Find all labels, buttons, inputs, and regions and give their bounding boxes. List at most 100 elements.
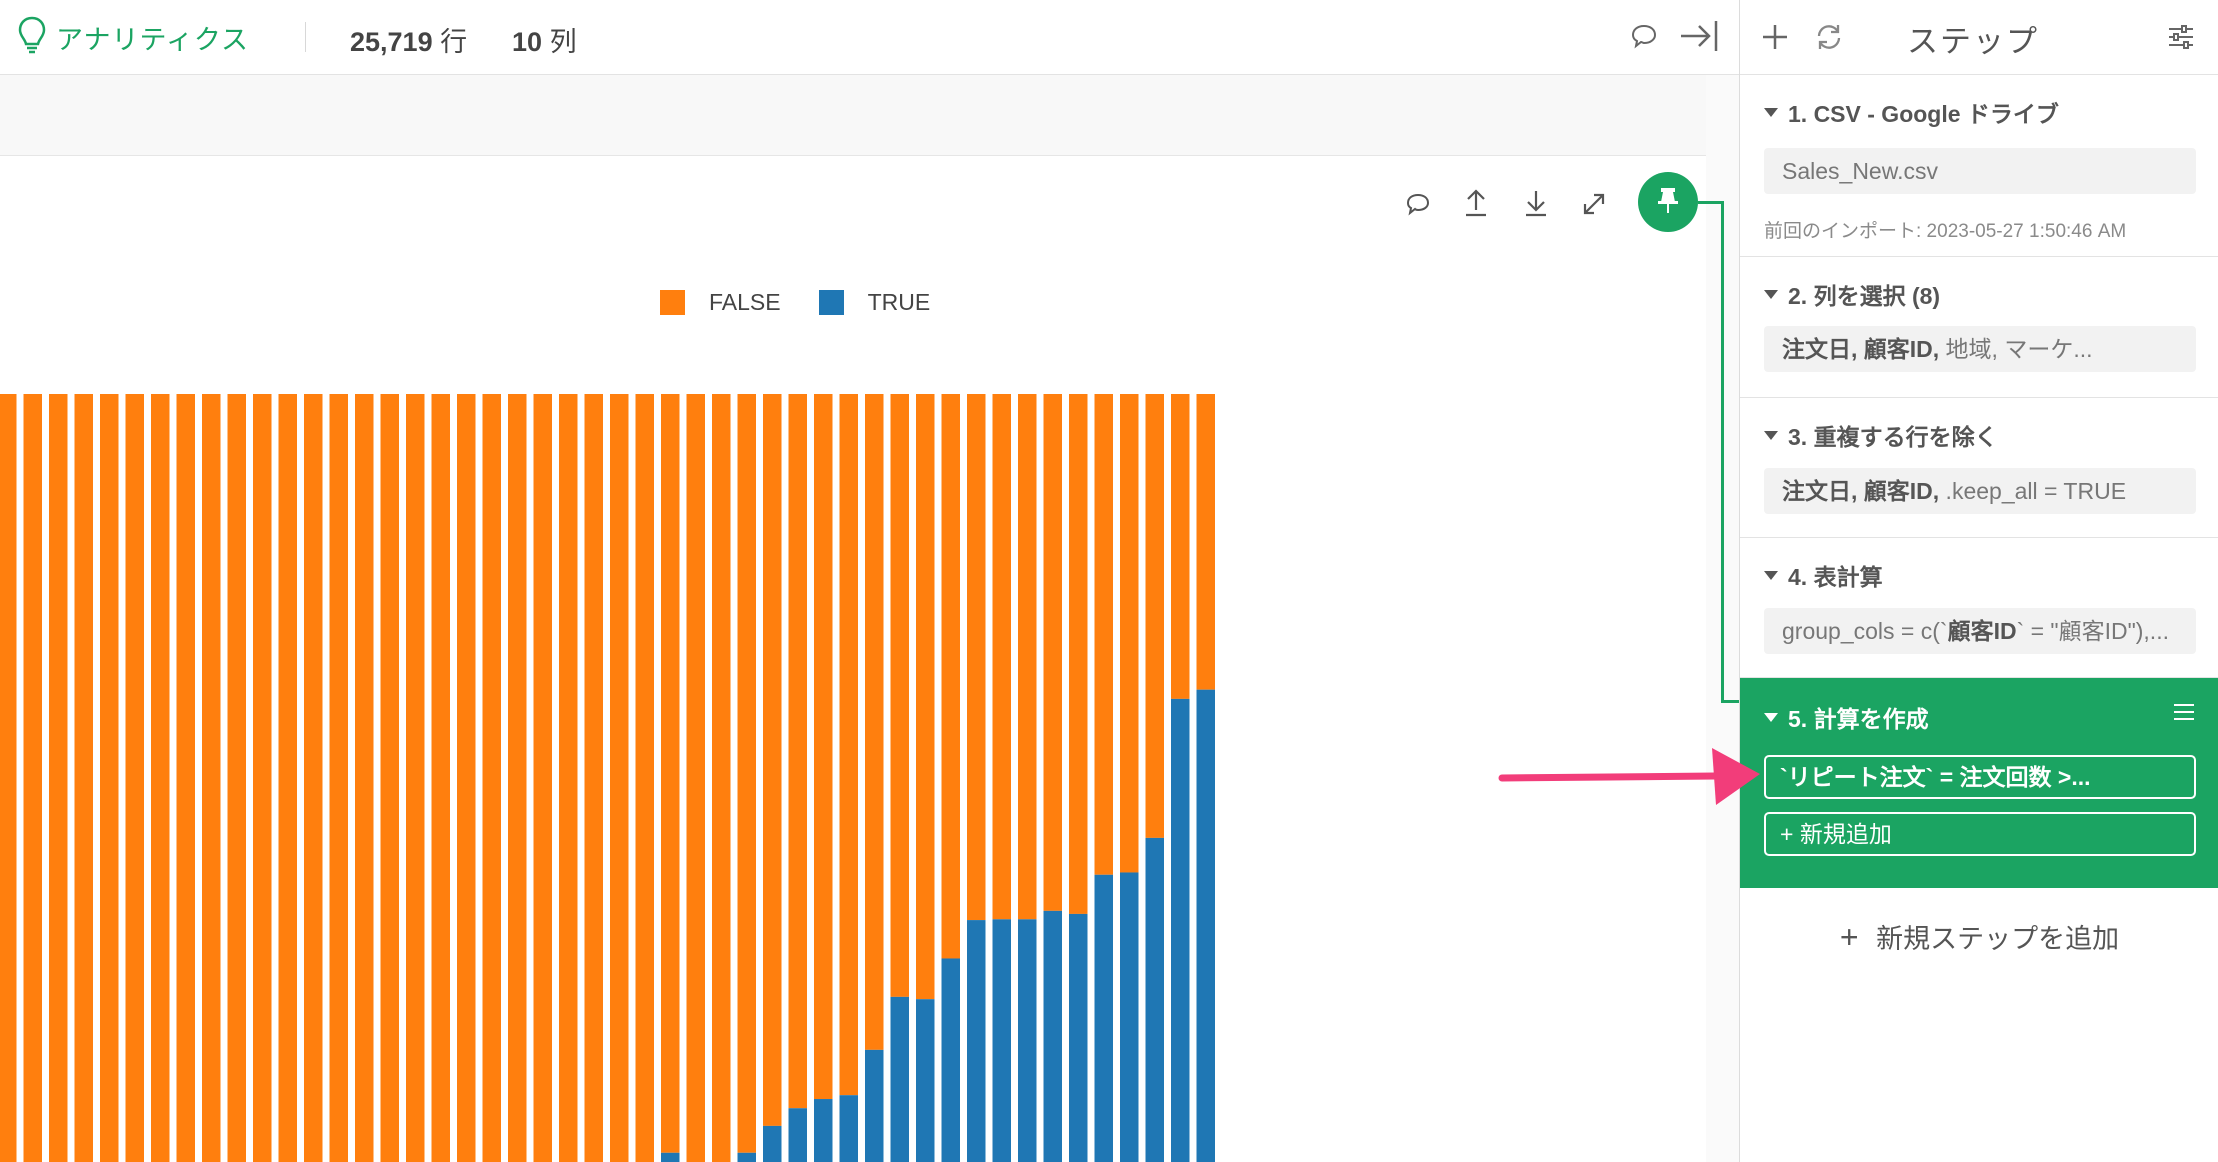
bar-true-47[interactable] [1171,698,1190,1162]
bar-false-45[interactable] [1120,394,1139,873]
bar-true-43[interactable] [1069,913,1088,1162]
bar-false-43[interactable] [1069,394,1088,914]
step-5-title[interactable]: 5. 計算を作成 [1764,700,1929,734]
bar-false-12[interactable] [278,394,298,1162]
bar-false-48[interactable] [1196,394,1216,690]
steps-panel: ステップ 1. CSV - Google ドライブ Sales_New.csv … [1739,0,2218,1162]
bar-true-44[interactable] [1094,874,1114,1162]
bar-false-14[interactable] [329,394,349,1162]
plus-icon[interactable] [1758,20,1792,54]
bar-true-37[interactable] [916,999,935,1162]
bar-false-3[interactable] [49,394,68,1162]
bar-false-16[interactable] [380,394,400,1162]
bar-true-27[interactable] [661,1152,680,1162]
step-2-content[interactable]: 注文日, 顧客ID, 地域, マーケ... [1764,326,2196,372]
step-1-title[interactable]: 1. CSV - Google ドライブ [1764,95,2059,129]
bar-false-41[interactable] [1018,394,1037,920]
calculation-field[interactable]: `リピート注文` = 注文回数 >... [1764,755,2196,799]
bar-false-46[interactable] [1145,394,1165,838]
step-3[interactable]: 3. 重複する行を除く 注文日, 顧客ID, .keep_all = TRUE [1740,398,2218,538]
bar-false-5[interactable] [100,394,119,1162]
bar-false-21[interactable] [508,394,527,1162]
step-1-content[interactable]: Sales_New.csv [1764,148,2196,194]
step-2[interactable]: 2. 列を選択 (8) 注文日, 顧客ID, 地域, マーケ... [1740,257,2218,398]
bar-true-35[interactable] [865,1049,884,1162]
bar-false-31[interactable] [763,394,782,1126]
steps-panel-header: ステップ [1740,0,2218,75]
step-3-content[interactable]: 注文日, 顧客ID, .keep_all = TRUE [1764,468,2196,514]
bar-false-28[interactable] [686,394,706,1162]
bar-false-23[interactable] [559,394,578,1162]
bar-false-39[interactable] [967,394,986,921]
bar-false-35[interactable] [865,394,884,1050]
plus-icon: + [1780,821,1794,847]
bar-true-40[interactable] [992,919,1012,1162]
bar-false-13[interactable] [304,394,323,1162]
step-4[interactable]: 4. 表計算 group_cols = c(`顧客ID` = "顧客ID"),.… [1740,538,2218,678]
bar-false-44[interactable] [1094,394,1114,875]
bar-true-46[interactable] [1145,837,1165,1162]
step-1[interactable]: 1. CSV - Google ドライブ Sales_New.csv 前回のイン… [1740,75,2218,257]
step-4-title[interactable]: 4. 表計算 [1764,558,1883,592]
bar-false-11[interactable] [253,394,272,1162]
bar-false-27[interactable] [661,394,680,1153]
step-3-content-rest: .keep_all = TRUE [1939,478,2127,504]
sliders-icon[interactable] [2164,20,2198,54]
step-3-title-text: 3. 重複する行を除く [1788,424,1998,450]
bar-false-9[interactable] [202,394,221,1162]
bar-false-42[interactable] [1043,394,1063,911]
step-3-title[interactable]: 3. 重複する行を除く [1764,418,1998,452]
add-new-calculation-button[interactable]: + 新規追加 [1764,812,2196,856]
step-4-content-bold: 顧客ID [1947,618,2017,644]
bar-false-15[interactable] [355,394,374,1162]
bar-false-17[interactable] [406,394,425,1162]
bar-false-30[interactable] [737,394,757,1153]
bar-false-1[interactable] [0,394,17,1162]
collapse-triangle-icon [1764,570,1778,580]
bar-false-19[interactable] [457,394,476,1162]
bar-false-34[interactable] [839,394,859,1096]
bar-true-32[interactable] [788,1108,808,1162]
bar-true-45[interactable] [1120,872,1139,1162]
hamburger-icon[interactable] [2172,700,2196,724]
bar-false-4[interactable] [74,394,94,1162]
bar-true-36[interactable] [890,996,910,1162]
bar-false-24[interactable] [584,394,604,1162]
step-2-title[interactable]: 2. 列を選択 (8) [1764,277,1940,311]
bar-false-10[interactable] [227,394,247,1162]
refresh-icon[interactable] [1812,20,1846,54]
step-4-title-text: 4. 表計算 [1788,564,1883,590]
bar-true-41[interactable] [1018,919,1037,1162]
bar-false-18[interactable] [431,394,451,1162]
collapse-triangle-icon [1764,430,1778,440]
bar-false-37[interactable] [916,394,935,1000]
bar-false-38[interactable] [941,394,961,959]
bar-true-39[interactable] [967,920,986,1162]
bar-true-48[interactable] [1196,689,1216,1162]
add-step-button[interactable]: + 新規ステップを追加 [1740,917,2218,956]
step-4-content[interactable]: group_cols = c(`顧客ID` = "顧客ID"),... [1764,608,2196,654]
step-1-title-text: 1. CSV - Google ドライブ [1788,101,2059,127]
add-new-label: 新規追加 [1799,821,1892,847]
bar-true-34[interactable] [839,1095,859,1162]
bar-false-20[interactable] [482,394,502,1162]
bar-false-6[interactable] [125,394,145,1162]
bar-true-30[interactable] [737,1152,757,1162]
bar-true-42[interactable] [1043,910,1063,1162]
bar-false-32[interactable] [788,394,808,1109]
bar-false-8[interactable] [176,394,196,1162]
bar-true-31[interactable] [763,1125,782,1162]
step-5[interactable]: 5. 計算を作成 `リピート注文` = 注文回数 >... + 新規追加 [1740,678,2218,888]
bar-false-22[interactable] [533,394,553,1162]
bar-false-7[interactable] [151,394,170,1162]
bar-true-33[interactable] [814,1099,833,1162]
bar-false-2[interactable] [23,394,43,1162]
bar-false-29[interactable] [712,394,731,1162]
bar-true-38[interactable] [941,958,961,1162]
bar-false-36[interactable] [890,394,910,997]
bar-false-40[interactable] [992,394,1012,920]
bar-false-47[interactable] [1171,394,1190,699]
bar-false-25[interactable] [610,394,629,1162]
bar-false-26[interactable] [635,394,655,1162]
bar-false-33[interactable] [814,394,833,1100]
